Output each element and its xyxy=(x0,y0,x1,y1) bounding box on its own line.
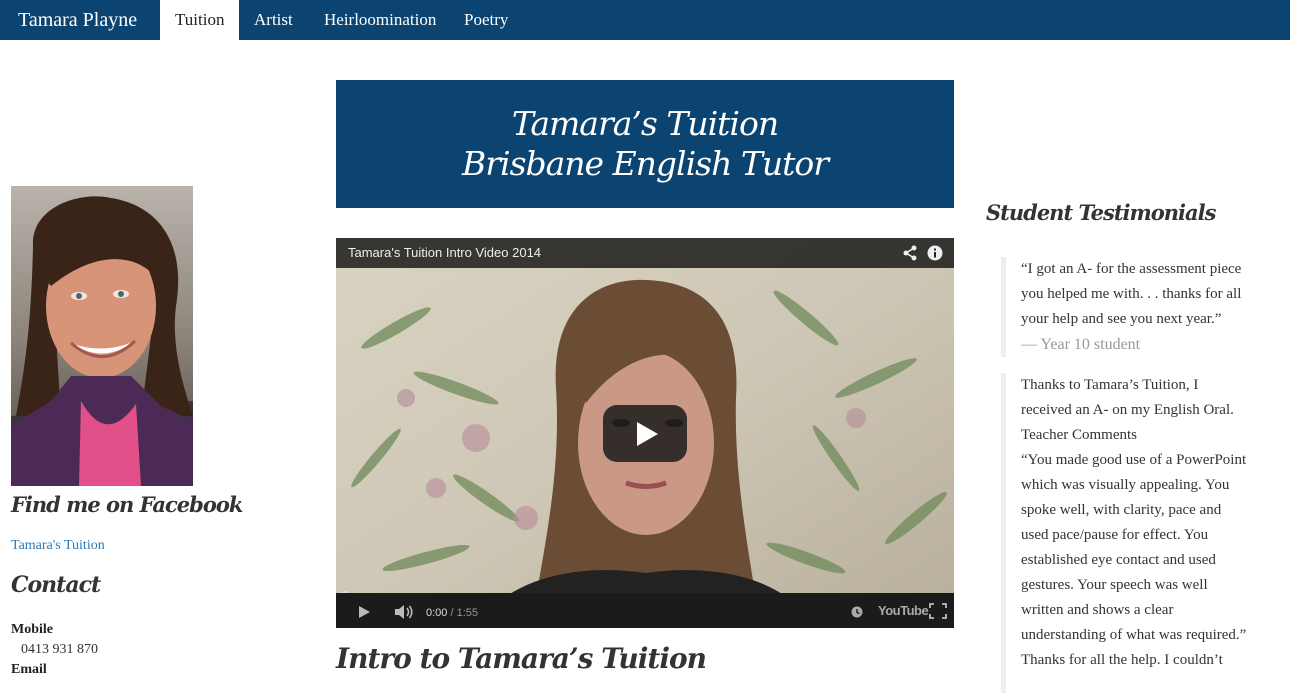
facebook-heading: Find me on Facebook xyxy=(11,492,243,517)
video-title[interactable]: Tamara's Tuition Intro Video 2014 xyxy=(348,238,541,268)
quote-line: written and shows a clear xyxy=(1021,602,1174,618)
testimonial-quote-2: Thanks to Tamara’s Tuition, I received a… xyxy=(1001,373,1271,693)
youtube-logo[interactable]: YouTube xyxy=(878,603,929,618)
video-duration: 1:55 xyxy=(456,607,479,619)
quote-line: which was visually appealing. You xyxy=(1021,477,1230,493)
email-label: Email xyxy=(11,662,47,677)
video-controls: 0:00 / 1:55 YouTube xyxy=(336,593,954,628)
testimonials-heading: Student Testimonials xyxy=(986,200,1216,225)
play-icon[interactable] xyxy=(358,605,372,619)
brand-link[interactable]: Tamara Playne xyxy=(18,0,137,40)
video-time: 0:00 / 1:55 xyxy=(426,607,478,619)
contact-heading: Contact xyxy=(11,572,101,598)
quote-line: you helped me with. . . thanks for all xyxy=(1021,286,1242,302)
mobile-value: 0413 931 870 xyxy=(21,642,98,657)
quote-line: Thanks for all the help. I couldn’t xyxy=(1021,652,1223,668)
video-frame xyxy=(336,238,954,628)
watch-later-icon[interactable] xyxy=(851,606,863,618)
quote-line: understanding of what was required.” xyxy=(1021,627,1247,643)
nav-item-artist[interactable]: Artist xyxy=(239,0,308,40)
video-time-separator: / xyxy=(447,607,457,619)
nav-item-heirloomination[interactable]: Heirloomination xyxy=(309,0,451,40)
quote-line: Teacher Comments xyxy=(1021,427,1137,443)
share-icon[interactable] xyxy=(902,245,918,261)
quote-line: established eye contact and used xyxy=(1021,552,1216,568)
fullscreen-icon[interactable] xyxy=(929,603,947,619)
quote-cite: — Year 10 student xyxy=(1021,336,1141,353)
quote-line: “You made good use of a PowerPoint xyxy=(1021,452,1247,468)
nav-item-poetry[interactable]: Poetry xyxy=(449,0,523,40)
profile-photo xyxy=(11,186,193,486)
quote-line: your help and see you next year.” xyxy=(1021,311,1222,327)
top-navbar: Tamara Playne Tuition Artist Heirloomina… xyxy=(0,0,1290,40)
video-title-bar: Tamara's Tuition Intro Video 2014 xyxy=(336,238,954,268)
hero-title-line2: Brisbane English Tutor xyxy=(461,144,829,183)
testimonial-quote-1: “I got an A- for the assessment piece yo… xyxy=(1001,257,1271,357)
video-current-time: 0:00 xyxy=(426,607,448,619)
nav-item-tuition[interactable]: Tuition xyxy=(160,0,240,40)
intro-heading: Intro to Tamara’s Tuition xyxy=(336,642,707,675)
quote-line: Thanks to Tamara’s Tuition, I xyxy=(1021,377,1199,393)
youtube-video-player[interactable]: Tamara's Tuition Intro Video 2014 0:00 /… xyxy=(336,238,954,628)
info-icon[interactable] xyxy=(927,245,943,261)
quote-line: spoke well, with clarity, pace and xyxy=(1021,502,1222,518)
hero-title-line1: Tamara’s Tuition xyxy=(511,104,779,143)
mobile-label: Mobile xyxy=(11,622,53,637)
quote-line: gestures. Your speech was well xyxy=(1021,577,1208,593)
hero-banner: Tamara’s Tuition Brisbane English Tutor xyxy=(336,80,954,208)
quote-line: “I got an A- for the assessment piece xyxy=(1021,261,1242,277)
quote-line: used pace/pause for effect. You xyxy=(1021,527,1209,543)
facebook-link[interactable]: Tamara's Tuition xyxy=(11,538,105,554)
volume-icon[interactable] xyxy=(394,604,414,620)
quote-line: received an A- on my English Oral. xyxy=(1021,402,1234,418)
